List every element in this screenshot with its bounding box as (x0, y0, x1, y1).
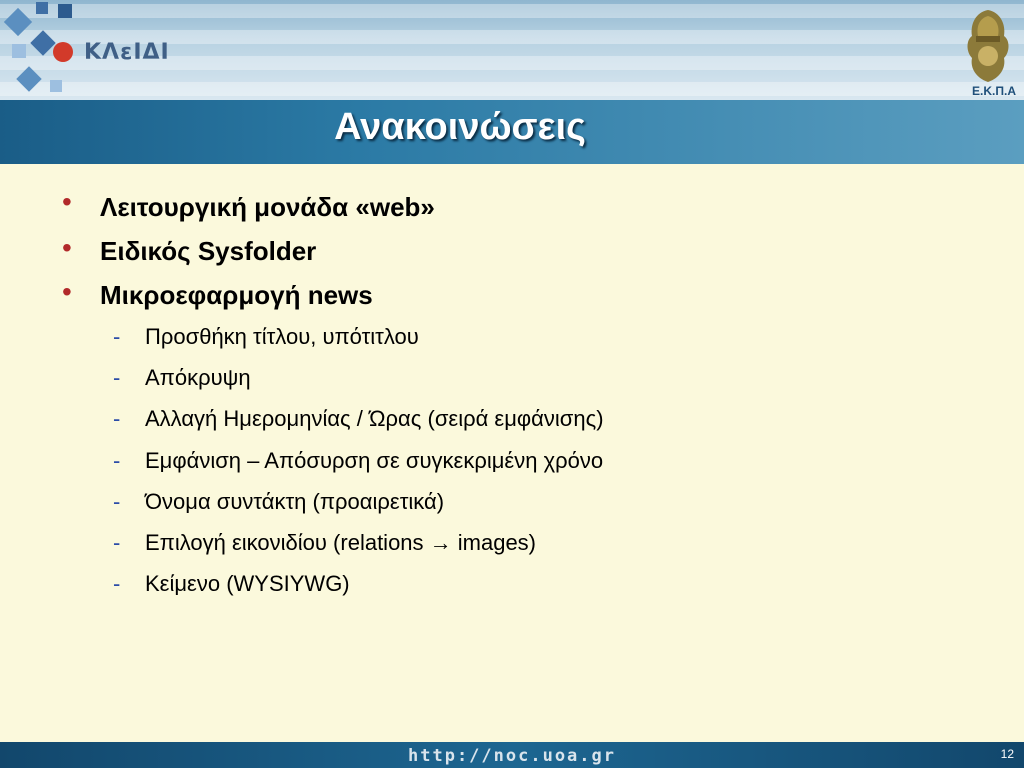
sub-bullet-item: Όνομα συντάκτη (προαιρετικά) (145, 489, 445, 514)
bullet-icon: • (62, 276, 72, 307)
bullet-item: Λειτουργική μονάδα «web» (100, 192, 435, 222)
sub-bullet-item: Προσθήκη τίτλου, υπότιτλου (145, 324, 419, 349)
logo-text: ΚΛεΙΔΙ (84, 40, 170, 65)
sub-bullet-item: Απόκρυψη (145, 365, 251, 390)
dash-icon: - (113, 406, 121, 431)
slide-header: ΚΛεΙΔΙ Ε.Κ.Π.Α (0, 0, 1024, 100)
sub-bullet-item: Επιλογή εικονιδίου (relations → images) (145, 530, 537, 555)
bullet-icon: • (62, 232, 72, 263)
sub-bullet-item: Εμφάνιση – Απόσυρση σε συγκεκριμένη χρόν… (145, 448, 604, 473)
dash-icon: - (113, 530, 121, 555)
dash-icon: - (113, 365, 121, 390)
athena-crest-icon (967, 10, 1009, 82)
bullet-item: Ειδικός Sysfolder (100, 236, 317, 266)
sub-bullet-item: Κείμενο (WYSIYWG) (145, 571, 350, 596)
slide-title: Ανακοινώσεις (334, 106, 586, 148)
sub-bullet-item: Αλλαγή Ημερομηνίας / Ώρας (σειρά εμφάνισ… (145, 406, 604, 431)
bullet-icon: • (62, 186, 72, 217)
footer-url: http://noc.uoa.gr (408, 746, 616, 766)
dash-icon: - (113, 489, 121, 514)
dash-icon: - (113, 324, 121, 349)
dash-icon: - (113, 571, 121, 596)
crest-label: Ε.Κ.Π.Α (971, 84, 1016, 98)
dash-icon: - (113, 448, 121, 473)
bullet-item: Μικροεφαρμογή news (100, 280, 373, 310)
page-number: 12 (1000, 747, 1014, 761)
